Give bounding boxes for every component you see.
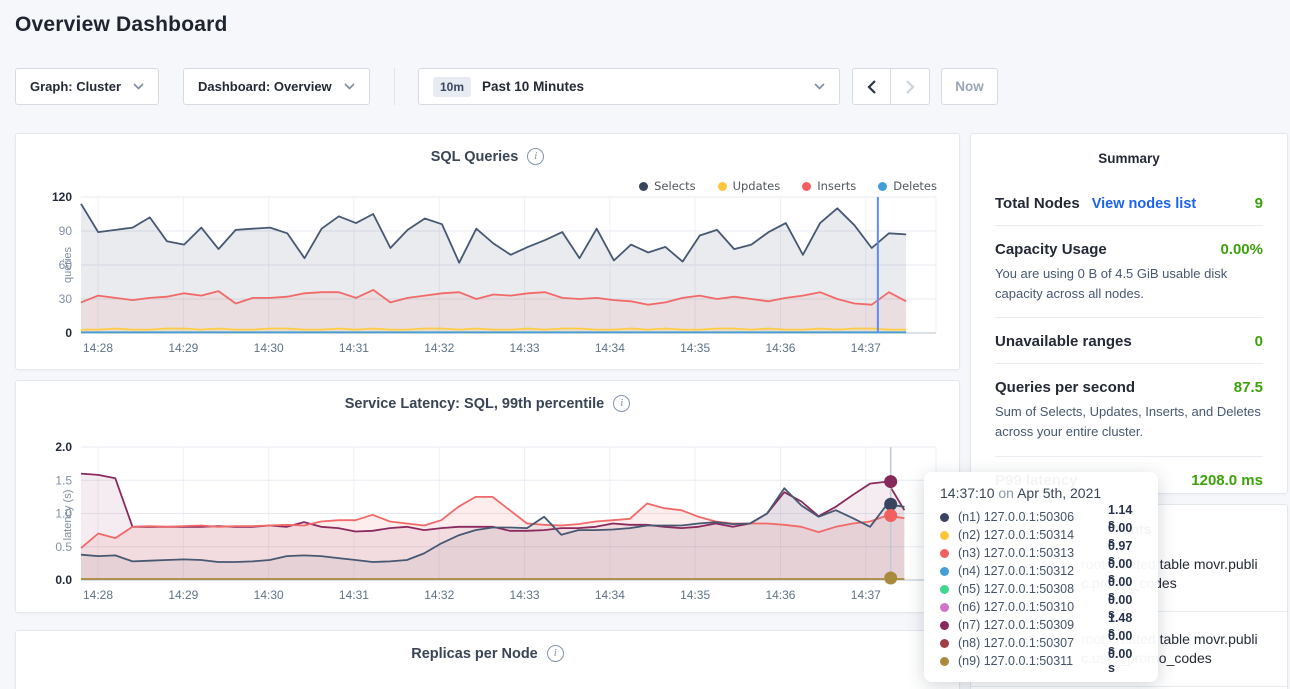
svg-text:14:28: 14:28 [83,341,113,355]
summary-row-total-nodes: Total Nodes View nodes list 9 [995,180,1263,226]
svg-text:14:31: 14:31 [339,588,369,602]
tooltip-node-label: (n1) 127.0.0.1:50306 [958,510,1108,524]
summary-row-capacity: Capacity Usage 0.00% You are using 0 B o… [995,226,1263,318]
capacity-usage-description: You are using 0 B of 4.5 GiB usable disk… [995,264,1263,304]
tooltip-node-label: (n3) 127.0.0.1:50313 [958,546,1108,560]
svg-text:14:37: 14:37 [851,341,881,355]
dashboard-selector-label: Dashboard: Overview [198,79,332,94]
tooltip-timestamp: 14:37:10 on Apr 5th, 2021 [940,485,1142,501]
node-color-dot-icon [940,603,949,612]
tooltip-node-label: (n5) 127.0.0.1:50308 [958,582,1108,596]
overview-dashboard-page: Overview Dashboard Graph: Cluster Dashbo… [0,0,1290,689]
now-button[interactable]: Now [941,68,998,105]
service-latency-card: Service Latency: SQL, 99th percentile i … [15,380,960,613]
p99-latency-value: 1208.0 ms [1191,472,1263,489]
node-color-dot-icon [940,531,949,540]
svg-text:2.0: 2.0 [55,440,72,454]
tooltip-node-label: (n6) 127.0.0.1:50310 [958,600,1108,614]
info-icon[interactable]: i [547,645,564,662]
node-color-dot-icon [940,513,949,522]
previous-time-button[interactable] [852,68,891,105]
svg-text:14:32: 14:32 [424,341,454,355]
next-time-button[interactable] [891,68,930,105]
svg-text:14:34: 14:34 [595,588,625,602]
node-color-dot-icon [940,549,949,558]
svg-text:1.0: 1.0 [55,507,72,521]
summary-row-qps: Queries per second 87.5 Sum of Selects, … [995,364,1263,456]
svg-text:0.0: 0.0 [55,573,72,587]
node-color-dot-icon [940,621,949,630]
time-window-badge: 10m [433,77,471,97]
toolbar-divider [394,68,395,105]
svg-text:0.5: 0.5 [55,540,72,554]
svg-text:14:33: 14:33 [510,341,540,355]
toolbar: Graph: Cluster Dashboard: Overview 10m P… [0,68,1290,105]
svg-text:14:36: 14:36 [765,588,795,602]
chart-title-sql-queries: SQL Queries [431,149,519,165]
tooltip-node-label: (n7) 127.0.0.1:50309 [958,618,1108,632]
graph-selector-dropdown[interactable]: Graph: Cluster [15,68,159,105]
chevron-down-icon [133,83,144,90]
node-color-dot-icon [940,567,949,576]
tooltip-node-label: (n8) 127.0.0.1:50307 [958,636,1108,650]
svg-text:120: 120 [52,190,72,204]
chevron-down-icon [344,83,355,90]
tooltip-node-label: (n2) 127.0.0.1:50314 [958,528,1108,542]
replicas-per-node-card: Replicas per Node i [15,630,960,689]
node-color-dot-icon [940,639,949,648]
svg-text:14:37: 14:37 [851,588,881,602]
svg-text:14:29: 14:29 [168,588,198,602]
tooltip-node-value: 0.00 s [1108,647,1142,675]
summary-row-unavailable-ranges: Unavailable ranges 0 [995,318,1263,364]
svg-text:14:33: 14:33 [510,588,540,602]
time-window-label: Past 10 Minutes [482,79,584,94]
svg-text:14:35: 14:35 [680,341,710,355]
summary-title: Summary [995,151,1263,166]
svg-text:90: 90 [59,224,73,238]
tooltip-node-label: (n4) 127.0.0.1:50312 [958,564,1108,578]
summary-panel: Summary Total Nodes View nodes list 9 Ca… [970,133,1288,494]
svg-text:0: 0 [65,326,72,340]
svg-text:14:32: 14:32 [424,588,454,602]
time-range-picker[interactable]: 10m Past 10 Minutes [418,68,840,105]
qps-description: Sum of Selects, Updates, Inserts, and De… [995,402,1263,442]
chart-title-replicas: Replicas per Node [411,646,538,662]
svg-text:60: 60 [59,258,73,272]
info-icon[interactable]: i [613,395,630,412]
info-icon[interactable]: i [527,148,544,165]
dashboard-selector-dropdown[interactable]: Dashboard: Overview [183,68,370,105]
unavailable-ranges-label: Unavailable ranges [995,333,1132,350]
svg-text:14:30: 14:30 [254,341,284,355]
node-color-dot-icon [940,657,949,666]
sql-queries-card: SQL Queries i SelectsUpdatesInsertsDelet… [15,133,960,370]
node-color-dot-icon [940,585,949,594]
page-title: Overview Dashboard [15,13,228,37]
view-nodes-list-link[interactable]: View nodes list [1092,196,1197,212]
tooltip-node-label: (n9) 127.0.0.1:50311 [958,654,1108,668]
chart-hover-tooltip: 14:37:10 on Apr 5th, 2021 (n1) 127.0.0.1… [924,472,1158,682]
sql-queries-chart-area[interactable]: 14:28 14:29 14:30 14:31 14:32 14:33 14:34 14:35… [16,189,961,366]
svg-text:1.5: 1.5 [55,473,72,487]
time-pager [852,68,930,105]
tooltip-node-row: (n9) 127.0.0.1:503110.00 s [940,652,1142,670]
qps-value: 87.5 [1234,379,1263,396]
total-nodes-label: Total Nodes [995,195,1080,212]
chevron-down-icon [814,83,825,90]
capacity-usage-value: 0.00% [1220,241,1263,258]
svg-text:14:30: 14:30 [254,588,284,602]
graph-selector-label: Graph: Cluster [30,79,121,94]
svg-text:14:31: 14:31 [339,341,369,355]
unavailable-ranges-value: 0 [1255,333,1263,350]
svg-text:14:28: 14:28 [83,588,113,602]
svg-text:14:34: 14:34 [595,341,625,355]
capacity-usage-label: Capacity Usage [995,241,1107,258]
total-nodes-value: 9 [1255,195,1263,212]
svg-text:30: 30 [59,292,73,306]
chart-title-service-latency: Service Latency: SQL, 99th percentile [345,396,605,412]
svg-text:14:35: 14:35 [680,588,710,602]
svg-text:14:36: 14:36 [765,341,795,355]
service-latency-chart-area[interactable]: 14:28 14:29 14:30 14:31 14:32 14:33 14:34 14:35… [16,439,961,613]
svg-text:14:29: 14:29 [168,341,198,355]
qps-label: Queries per second [995,379,1135,396]
